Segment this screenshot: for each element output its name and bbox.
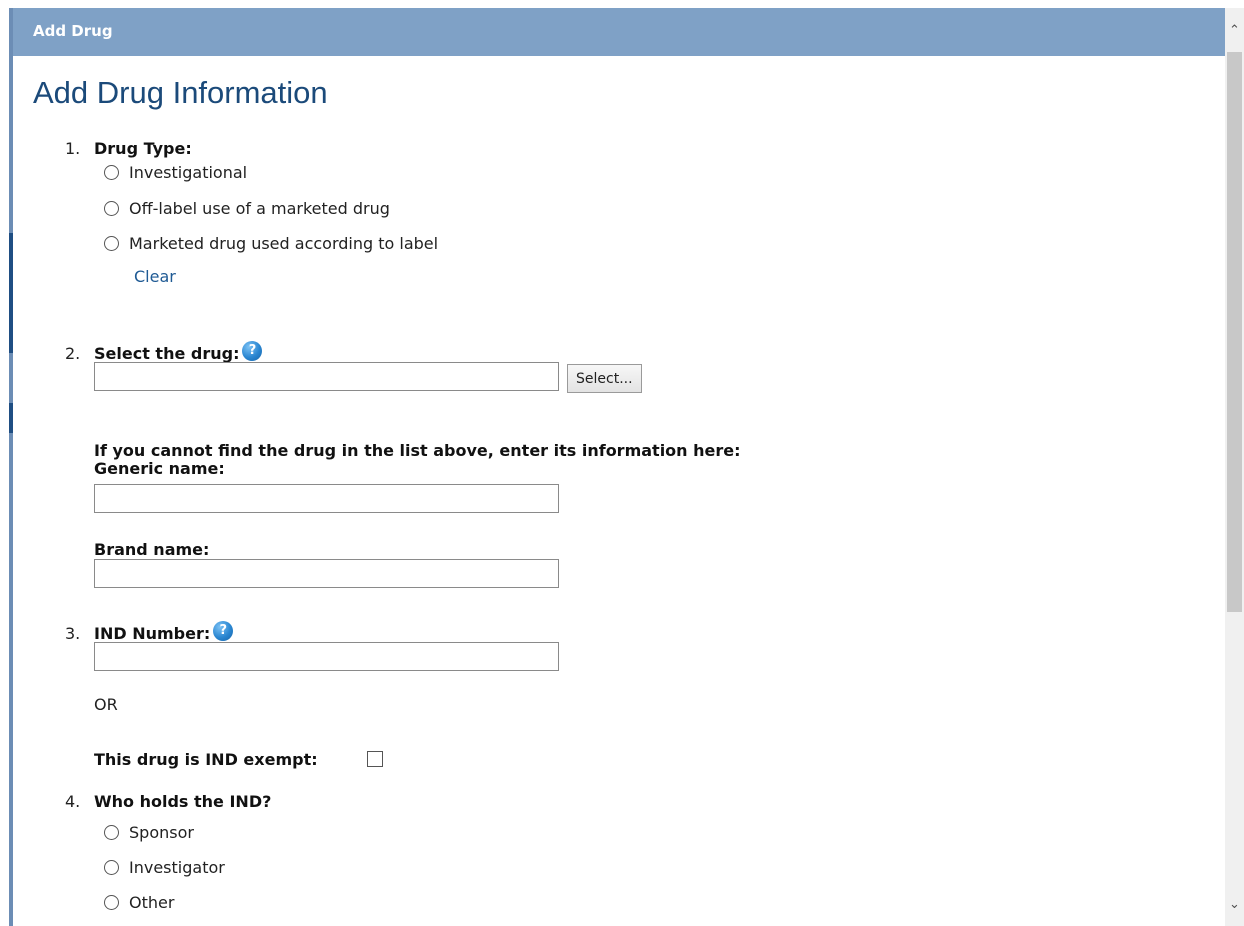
q1-number: 1. <box>65 139 81 158</box>
help-icon[interactable]: ? <box>213 621 234 641</box>
select-drug-button[interactable]: Select... <box>567 364 642 393</box>
help-icon[interactable]: ? <box>242 341 263 361</box>
radio-label: Investigational <box>129 162 248 182</box>
radio-option-off-label[interactable]: Off-label use of a marketed drug <box>104 197 390 219</box>
title-bar: Add Drug <box>13 8 1225 56</box>
q2-number: 2. <box>65 344 81 363</box>
radio-option-sponsor[interactable]: Sponsor <box>104 821 194 843</box>
radio-option-investigator[interactable]: Investigator <box>104 856 225 878</box>
q4-number: 4. <box>65 792 81 811</box>
radio-option-investigational[interactable]: Investigational <box>104 161 247 183</box>
radio-label: Other <box>129 892 175 912</box>
drug-select-input[interactable] <box>94 362 559 391</box>
q4-label: Who holds the IND? <box>94 792 272 811</box>
page-title: Add Drug Information <box>33 75 328 110</box>
radio-option-marketed-label[interactable]: Marketed drug used according to label <box>104 232 438 254</box>
radio-button[interactable] <box>104 164 119 180</box>
q3-label-row: IND Number:? <box>94 621 234 644</box>
q2-label: Select the drug: <box>94 344 240 363</box>
radio-label: Sponsor <box>129 822 194 842</box>
title-bar-text: Add Drug <box>33 22 113 40</box>
q1-label: Drug Type: <box>94 139 192 158</box>
radio-button[interactable] <box>104 235 119 251</box>
vertical-scrollbar[interactable]: ⌃ ⌄ <box>1225 8 1244 926</box>
or-separator: OR <box>94 695 118 714</box>
q3-label: IND Number: <box>94 624 211 643</box>
radio-button[interactable] <box>104 200 119 216</box>
generic-name-input[interactable] <box>94 484 559 513</box>
radio-label: Marketed drug used according to label <box>129 233 439 253</box>
manual-entry-instructions: If you cannot find the drug in the list … <box>94 441 741 460</box>
ind-number-input[interactable] <box>94 642 559 671</box>
clear-link[interactable]: Clear <box>134 267 176 286</box>
radio-button[interactable] <box>104 859 119 875</box>
radio-button[interactable] <box>104 894 119 910</box>
scrollbar-thumb[interactable] <box>1227 52 1242 612</box>
ind-exempt-label: This drug is IND exempt: <box>94 750 318 769</box>
radio-label: Investigator <box>129 857 225 877</box>
q3-number: 3. <box>65 624 81 643</box>
radio-option-other[interactable]: Other <box>104 891 174 913</box>
q2-label-row: Select the drug:? <box>94 341 263 364</box>
radio-label: Off-label use of a marketed drug <box>129 198 390 218</box>
chevron-down-icon[interactable]: ⌄ <box>1225 894 1244 916</box>
chevron-up-icon[interactable]: ⌃ <box>1225 20 1244 42</box>
generic-name-label: Generic name: <box>94 459 225 478</box>
brand-name-label: Brand name: <box>94 540 210 559</box>
add-drug-window: Add Drug ⌃ ⌄ Add Drug Information 1. Dru… <box>13 8 1244 926</box>
ind-exempt-checkbox[interactable] <box>367 751 383 767</box>
radio-button[interactable] <box>104 824 119 840</box>
brand-name-input[interactable] <box>94 559 559 588</box>
